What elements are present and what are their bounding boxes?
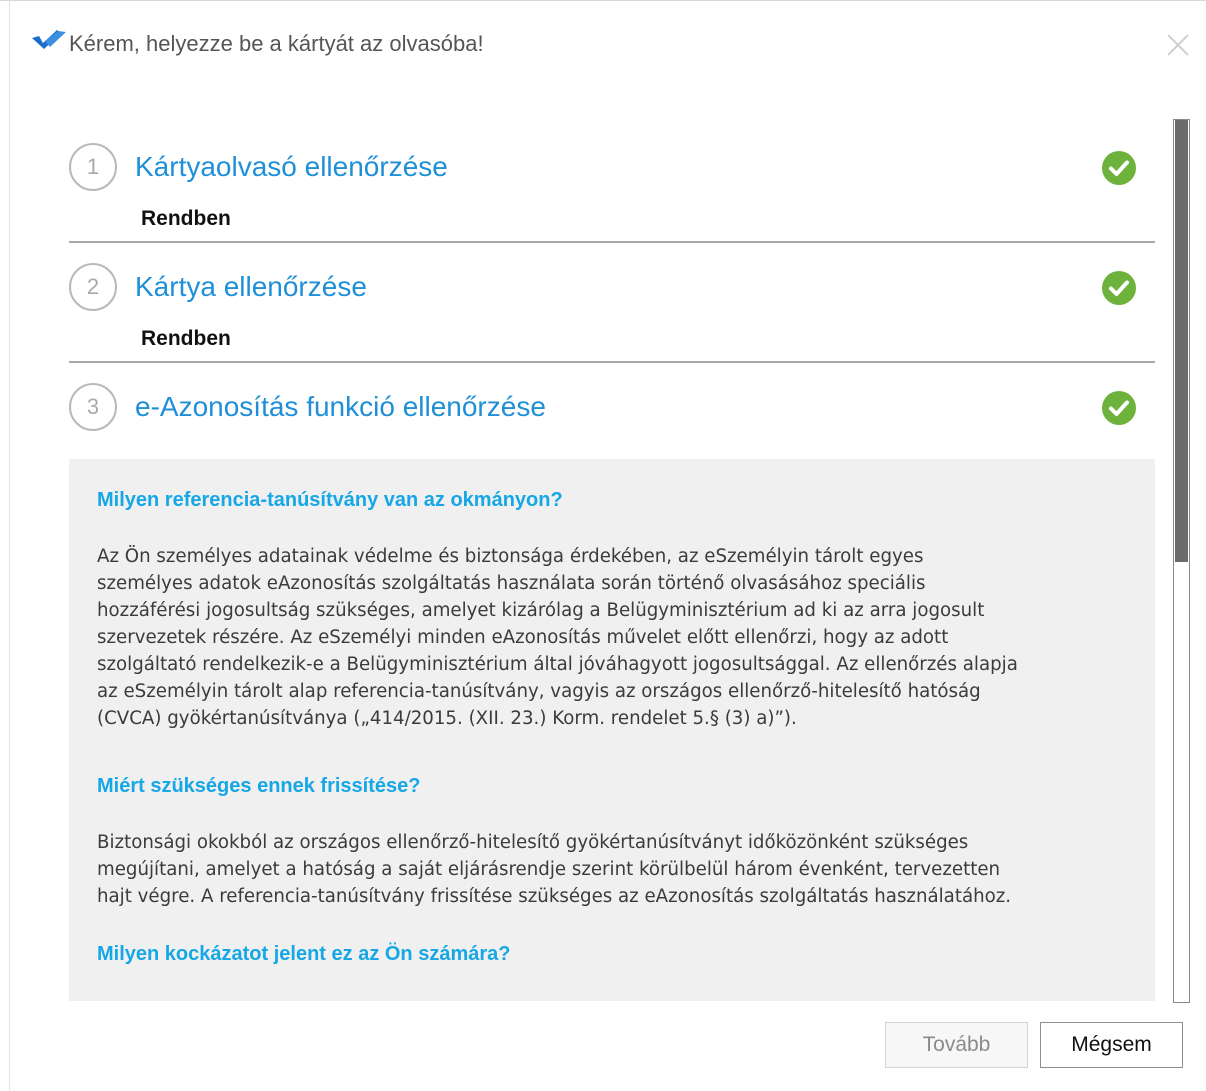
scrollbar-thumb[interactable] [1175, 120, 1188, 562]
step-card-reader-check: 1 Kártyaolvasó ellenőrzése Rendben [69, 143, 1155, 235]
info-line: személyes adatok eAzonosítás szolgáltatá… [97, 573, 926, 594]
step-divider [69, 361, 1155, 363]
info-heading-reference-certificate: Milyen referencia-tanúsítvány van az okm… [97, 489, 563, 511]
step-title: Kártyaolvasó ellenőrzése [135, 151, 448, 182]
step-eid-function-check: 3 e-Azonosítás funkció ellenőrzése [69, 383, 1155, 435]
step-title: e-Azonosítás funkció ellenőrzése [135, 391, 546, 422]
info-line: Biztonsági okokból az országos ellenőrző… [97, 832, 969, 853]
close-button[interactable] [1160, 27, 1196, 63]
info-line: megújítani, amelyet a hatóság a saját el… [97, 859, 1001, 880]
step-number-badge: 2 [69, 263, 117, 311]
step-divider [69, 241, 1155, 243]
info-line: hozzáférési jogosultság szükséges, amely… [97, 600, 985, 621]
info-line: hajt végre. A referencia-tanúsítvány fri… [97, 886, 1012, 907]
info-paragraph-reference-certificate: Az Ön személyes adatainak védelme és biz… [97, 543, 1137, 732]
info-heading-why-update: Miért szükséges ennek frissítése? [97, 775, 421, 797]
step-status: Rendben [141, 327, 231, 350]
step-title: Kártya ellenőrzése [135, 271, 367, 302]
close-icon [1167, 34, 1189, 56]
info-line: Az Ön személyes adatainak védelme és biz… [97, 546, 924, 567]
info-panel: Milyen referencia-tanúsítvány van az okm… [69, 459, 1155, 1001]
dialog-window: Kérem, helyezze be a kártyát az olvasóba… [0, 0, 1206, 1091]
check-circle-icon [1102, 271, 1136, 305]
info-line: szervezetek részére. Az eSzemélyi minden… [97, 627, 949, 648]
info-heading-risk: Milyen kockázatot jelent ez az Ön számár… [97, 943, 511, 965]
ez-logo-icon [32, 30, 66, 49]
step-number-badge: 3 [69, 383, 117, 431]
check-circle-icon [1102, 151, 1136, 185]
step-status: Rendben [141, 207, 231, 230]
next-button[interactable]: Tovább [885, 1022, 1028, 1068]
content-scrollbar[interactable] [1173, 119, 1190, 1003]
info-line: szolgáltató rendelkezik-e a Belügyminisz… [97, 654, 1018, 675]
cancel-button[interactable]: Mégsem [1040, 1022, 1183, 1068]
window-title: Kérem, helyezze be a kártyát az olvasóba… [69, 31, 484, 56]
window-left-edge [0, 1, 10, 1091]
step-number-badge: 1 [69, 143, 117, 191]
info-line: (CVCA) gyökértanúsítványa („414/2015. (X… [97, 708, 797, 729]
info-line: az eSzemélyin tárolt alap referencia-tan… [97, 681, 981, 702]
check-circle-icon [1102, 391, 1136, 425]
info-paragraph-why-update: Biztonsági okokból az országos ellenőrző… [97, 829, 1137, 910]
step-card-check: 2 Kártya ellenőrzése Rendben [69, 263, 1155, 355]
title-bar: Kérem, helyezze be a kártyát az olvasóba… [9, 1, 1206, 91]
